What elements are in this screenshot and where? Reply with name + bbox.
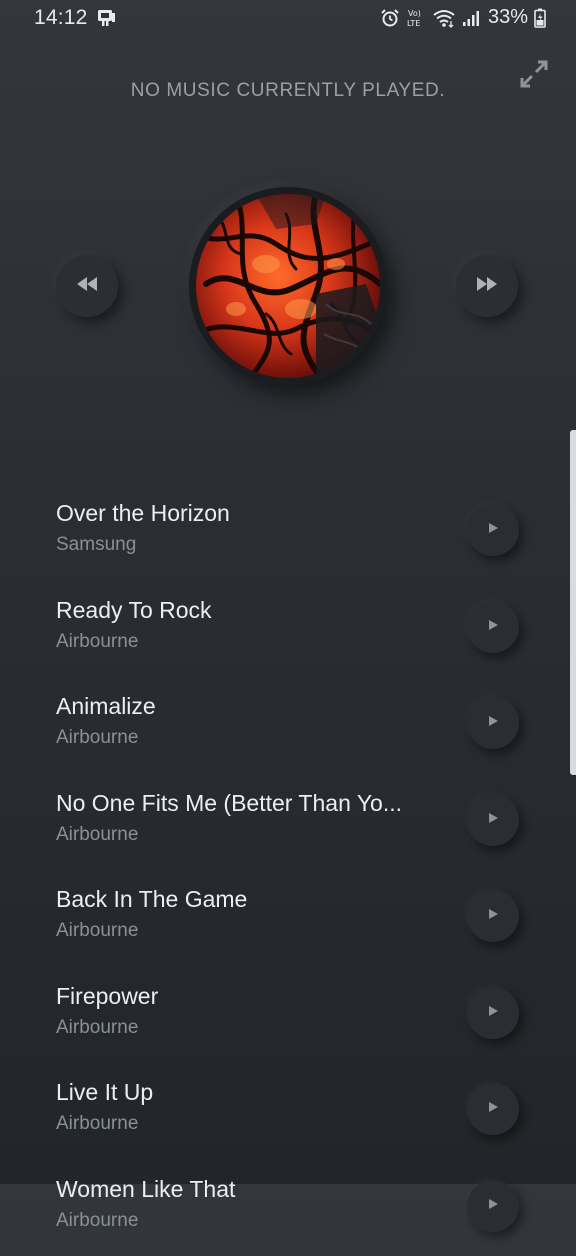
play-button[interactable] (467, 1083, 519, 1135)
track-artist: Airbourne (56, 1210, 138, 1232)
track-title: No One Fits Me (Better Than Yo... (56, 790, 402, 817)
signal-icon (462, 9, 480, 27)
album-art-button[interactable] (189, 187, 387, 385)
play-icon (487, 1197, 499, 1215)
play-icon (487, 714, 499, 732)
expand-button[interactable] (516, 58, 552, 94)
play-button[interactable] (467, 987, 519, 1039)
track-row[interactable]: Ready To Rock Airbourne (0, 581, 576, 678)
alarm-icon (380, 8, 400, 28)
track-artist: Airbourne (56, 727, 138, 749)
track-artist: Airbourne (56, 631, 138, 653)
album-art (196, 194, 380, 378)
battery-percent: 33% (488, 6, 528, 29)
play-icon (487, 907, 499, 925)
track-row[interactable]: Live It Up Airbourne (0, 1063, 576, 1160)
track-row[interactable]: No One Fits Me (Better Than Yo... Airbou… (0, 774, 576, 871)
track-list: Over the Horizon Samsung Ready To Rock A… (0, 484, 576, 1256)
track-title: Animalize (56, 693, 156, 720)
play-button[interactable] (467, 794, 519, 846)
notification-icon (96, 8, 118, 28)
fast-forward-icon (476, 277, 498, 296)
track-row[interactable]: Women Like That Airbourne (0, 1160, 576, 1256)
battery-icon (534, 8, 546, 28)
play-button[interactable] (467, 1180, 519, 1232)
play-icon (487, 1100, 499, 1118)
play-button[interactable] (467, 697, 519, 749)
status-time: 14:12 (34, 6, 88, 30)
play-icon (487, 618, 499, 636)
track-artist: Airbourne (56, 824, 138, 846)
play-icon (487, 1004, 499, 1022)
track-title: Ready To Rock (56, 597, 212, 624)
expand-icon (519, 59, 549, 94)
status-bar: 14:12 Vo) LTE (0, 0, 576, 36)
fast-forward-button[interactable] (456, 255, 518, 317)
track-artist: Airbourne (56, 920, 138, 942)
status-icons: Vo) LTE 33% (380, 6, 546, 29)
play-button[interactable] (467, 601, 519, 653)
track-artist: Samsung (56, 534, 136, 556)
volte-icon: Vo) LTE (406, 7, 426, 29)
track-row[interactable]: Over the Horizon Samsung (0, 484, 576, 581)
track-row[interactable]: Animalize Airbourne (0, 677, 576, 774)
track-artist: Airbourne (56, 1017, 138, 1039)
track-artist: Airbourne (56, 1113, 138, 1135)
track-row[interactable]: Firepower Airbourne (0, 967, 576, 1064)
now-playing-status: NO MUSIC CURRENTLY PLAYED. (0, 80, 576, 102)
track-title: Live It Up (56, 1079, 153, 1106)
play-button[interactable] (467, 890, 519, 942)
play-button[interactable] (467, 504, 519, 556)
rewind-icon (76, 277, 98, 296)
play-icon (487, 811, 499, 829)
track-title: Firepower (56, 983, 158, 1010)
network-type-label: LTE (407, 19, 420, 28)
track-title: Over the Horizon (56, 500, 230, 527)
rewind-button[interactable] (56, 255, 118, 317)
track-title: Women Like That (56, 1176, 235, 1203)
svg-text:Vo): Vo) (408, 9, 421, 18)
track-title: Back In The Game (56, 886, 247, 913)
play-icon (487, 521, 499, 539)
wifi-icon (432, 8, 456, 28)
track-row[interactable]: Back In The Game Airbourne (0, 870, 576, 967)
